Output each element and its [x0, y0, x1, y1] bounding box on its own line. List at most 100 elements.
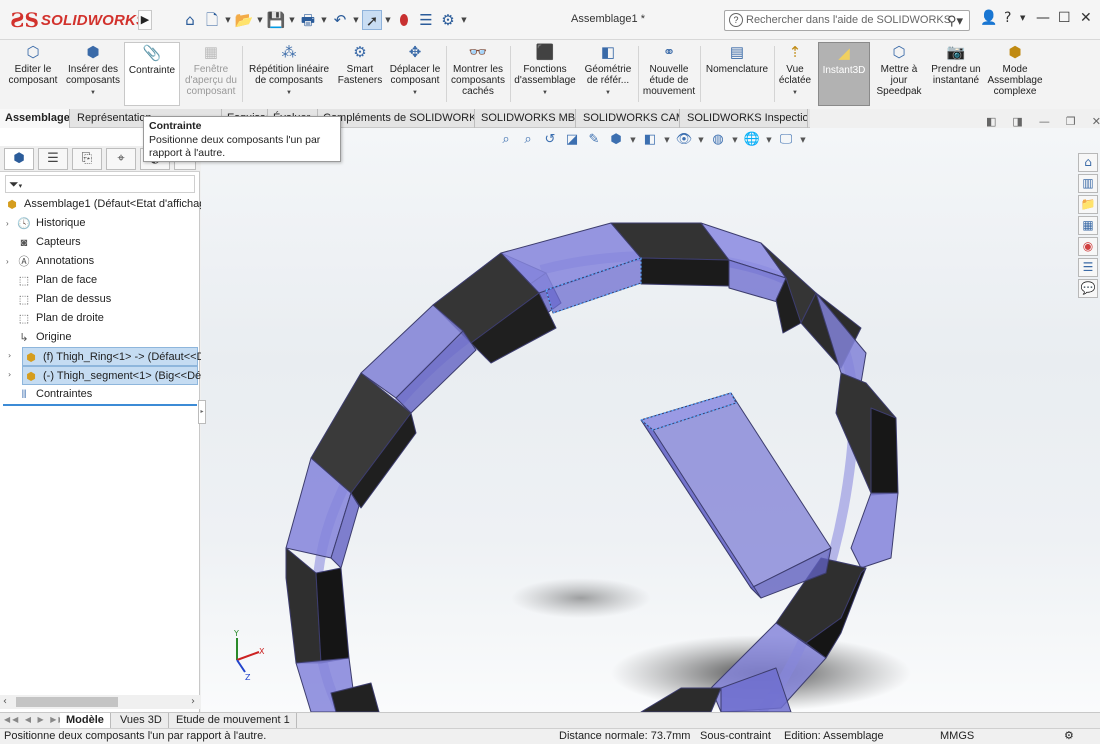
propertymanager-tab-icon[interactable]: ☰: [38, 148, 68, 170]
tree-item-origine[interactable]: ↳ Origine: [6, 328, 71, 347]
new-document-icon[interactable]: 🗋: [202, 10, 222, 30]
tree-item-capteurs[interactable]: ◙ Capteurs: [6, 233, 81, 252]
new-motion-study-button[interactable]: ⚭ Nouvelle étude de mouvement: [640, 42, 698, 106]
design-library-icon[interactable]: ▥: [1078, 174, 1098, 193]
filter-dropdown-icon[interactable]: ▾: [19, 182, 23, 190]
reference-geometry-button[interactable]: ◧ Géométrie de référ... ▼: [580, 42, 636, 106]
search-magnifier-icon[interactable]: ⚲▾: [947, 11, 963, 30]
display-style-icon[interactable]: ◧: [641, 131, 659, 149]
tree-item-thigh-segment[interactable]: ⬢ (-) Thigh_segment<1> (Big<<Déf: [22, 366, 204, 385]
view-palette-icon[interactable]: ▦: [1078, 216, 1098, 235]
minimize-icon[interactable]: —: [1036, 10, 1050, 26]
file-explorer-icon[interactable]: 📁: [1078, 195, 1098, 214]
select-dropdown-icon[interactable]: ▼: [384, 16, 392, 24]
tab-assemblage[interactable]: Assemblage: [0, 109, 70, 128]
rollback-bar[interactable]: [3, 404, 197, 406]
expand-arrow-icon[interactable]: ›: [6, 252, 16, 271]
tab-etude-mouvement[interactable]: Etude de mouvement 1: [170, 713, 297, 728]
viewport-close-icon[interactable]: ✕: [1092, 115, 1100, 128]
previous-view-icon[interactable]: ↺: [541, 131, 559, 149]
tab-cam[interactable]: SOLIDWORKS CAM: [578, 109, 680, 128]
view-settings-dropdown-icon[interactable]: ▼: [799, 131, 807, 149]
tab-modele[interactable]: Modèle: [60, 713, 111, 728]
print-icon[interactable]: 🖶: [298, 10, 318, 30]
tab-mbd[interactable]: SOLIDWORKS MBD: [476, 109, 576, 128]
assembly-features-dropdown-icon[interactable]: ▼: [512, 88, 578, 99]
assembly-features-button[interactable]: ⬛ Fonctions d'assemblage ▼: [512, 42, 578, 106]
user-icon[interactable]: 👤: [980, 10, 997, 26]
dimxpert-tab-icon[interactable]: ⌖: [106, 148, 136, 170]
help-search-input[interactable]: ? Rechercher dans l'aide de SOLIDWORKS ⚲▾: [724, 10, 970, 31]
move-component-dropdown-icon[interactable]: ▼: [386, 88, 444, 99]
custom-properties-icon[interactable]: ☰: [1078, 258, 1098, 277]
open-dropdown-icon[interactable]: ▼: [256, 16, 264, 24]
scene-dropdown-icon[interactable]: ▼: [765, 131, 773, 149]
thigh-segment[interactable]: [640, 392, 832, 599]
update-speedpak-button[interactable]: ⬡ Mettre à jour Speedpak: [874, 42, 924, 106]
new-dropdown-icon[interactable]: ▼: [224, 16, 232, 24]
zoom-to-area-icon[interactable]: ⌕: [519, 131, 537, 149]
menu-expand-arrow[interactable]: ▶: [138, 10, 152, 30]
move-component-button[interactable]: ✥ Déplacer le composant ▼: [386, 42, 444, 106]
reference-geometry-dropdown-icon[interactable]: ▼: [580, 88, 636, 99]
edit-appearance-icon[interactable]: ◍: [709, 131, 727, 149]
linear-pattern-dropdown-icon[interactable]: ▼: [244, 88, 334, 99]
tree-filter[interactable]: ⏷▾: [5, 175, 195, 193]
expand-arrow-icon[interactable]: ›: [6, 214, 16, 233]
appearances-icon[interactable]: ◉: [1078, 237, 1098, 256]
view-orientation-dropdown-icon[interactable]: ▼: [629, 131, 637, 149]
large-assembly-mode-button[interactable]: ⬢ Mode Assemblage complexe: [986, 42, 1044, 106]
save-icon[interactable]: 💾: [266, 10, 286, 30]
solidworks-logo[interactable]: ƧS SOLIDWORKS: [10, 8, 146, 32]
model-view[interactable]: Y X Z: [201, 128, 1100, 712]
traffic-light-icon[interactable]: ⬮: [394, 10, 414, 30]
hide-show-items-icon[interactable]: 👁: [675, 131, 693, 149]
tab-navigation-arrows-icon[interactable]: ◀◀ ◀ ▶ ▶▶: [4, 715, 67, 724]
restore-right-icon[interactable]: ◨: [1012, 115, 1022, 128]
featuremanager-tab-icon[interactable]: ⬢: [4, 148, 34, 170]
configurationmanager-tab-icon[interactable]: ⎘: [72, 148, 102, 170]
scrollbar-thumb[interactable]: [16, 697, 118, 707]
undo-dropdown-icon[interactable]: ▼: [352, 16, 360, 24]
status-units[interactable]: MMGS: [940, 729, 974, 744]
rebuild-status-icon[interactable]: ⚙: [1064, 729, 1074, 744]
scroll-right-icon[interactable]: ›: [191, 695, 195, 709]
edit-component-button[interactable]: ⬡ Editer le composant: [4, 42, 62, 106]
exploded-view-dropdown-icon[interactable]: ▼: [776, 88, 814, 99]
smart-fasteners-button[interactable]: ⚙ Smart Fasteners: [336, 42, 384, 106]
tree-root-assembly[interactable]: ⬢ Assemblage1 (Défaut<Etat d'affichage: [4, 195, 211, 214]
help-dropdown-icon[interactable]: ▼: [1020, 14, 1025, 22]
scroll-left-icon[interactable]: ‹: [3, 695, 7, 709]
insert-components-button[interactable]: ⬢ Insérer des composants ▼: [64, 42, 122, 106]
tree-item-thigh-ring[interactable]: ⬢ (f) Thigh_Ring<1> -> (Défaut<<D: [22, 347, 205, 366]
tree-item-plan-de-face[interactable]: ⬚ Plan de face: [6, 271, 97, 290]
instant3d-button[interactable]: ◢ Instant3D: [818, 42, 870, 106]
thigh-ring[interactable]: [285, 222, 899, 712]
mate-button[interactable]: 📎 Contrainte: [124, 42, 180, 106]
bill-of-materials-button[interactable]: ▤ Nomenclature: [702, 42, 772, 106]
expand-arrow-icon[interactable]: ›: [8, 351, 11, 360]
file-properties-icon[interactable]: ☰: [416, 10, 436, 30]
tab-complements[interactable]: Compléments de SOLIDWORKS: [318, 109, 475, 128]
show-hidden-components-button[interactable]: 👓 Montrer les composants cachés: [448, 42, 508, 106]
exploded-view-button[interactable]: ⇡ Vue éclatée ▼: [776, 42, 814, 106]
take-snapshot-button[interactable]: 📷 Prendre un instantané: [928, 42, 984, 106]
viewport-restore-icon[interactable]: ❐: [1066, 115, 1076, 128]
tree-item-contraintes[interactable]: ⫴ Contraintes: [6, 385, 93, 404]
tree-item-historique[interactable]: › 🕓 Historique: [6, 214, 86, 233]
save-dropdown-icon[interactable]: ▼: [288, 16, 296, 24]
view-orientation-icon[interactable]: ⬢: [607, 131, 625, 149]
forum-icon[interactable]: 💬: [1078, 279, 1098, 298]
hide-show-dropdown-icon[interactable]: ▼: [697, 131, 705, 149]
tab-inspection[interactable]: SOLIDWORKS Inspection: [682, 109, 808, 128]
display-style-dropdown-icon[interactable]: ▼: [663, 131, 671, 149]
apply-scene-icon[interactable]: 🌐: [743, 131, 761, 149]
expand-arrow-icon[interactable]: ›: [8, 370, 11, 379]
tree-item-annotations[interactable]: › Ⓐ Annotations: [6, 252, 94, 271]
undo-icon[interactable]: ↶: [330, 10, 350, 30]
linear-pattern-button[interactable]: ⁂ Répétition linéaire de composants ▼: [244, 42, 334, 106]
view-settings-icon[interactable]: 🖵: [777, 131, 795, 149]
restore-left-icon[interactable]: ◧: [986, 115, 996, 128]
options-dropdown-icon[interactable]: ▼: [460, 16, 468, 24]
insert-components-dropdown-icon[interactable]: ▼: [64, 88, 122, 99]
